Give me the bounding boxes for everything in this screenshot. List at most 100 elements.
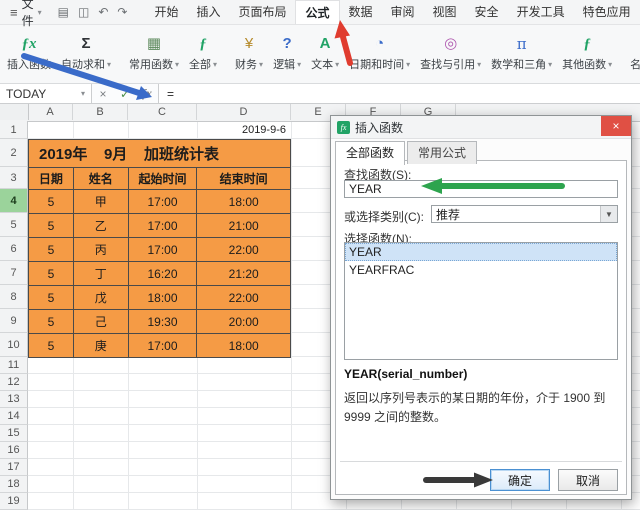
table-cell[interactable]: 21:00 — [197, 214, 291, 238]
table-cell[interactable]: 18:00 — [197, 190, 291, 214]
row-header[interactable]: 3 — [0, 167, 28, 189]
table-cell[interactable]: 17:00 — [128, 214, 198, 238]
row-header[interactable]: 14 — [0, 408, 28, 425]
table-cell[interactable]: 丙 — [73, 238, 129, 262]
math-trig-functions-button[interactable]: π 数学和三角 ▾ — [486, 28, 557, 80]
category-select[interactable]: 推荐 ▼ — [431, 205, 618, 223]
row-header[interactable]: 13 — [0, 391, 28, 408]
insert-function-icon[interactable]: fx — [136, 86, 158, 101]
table-cell[interactable]: 22:00 — [197, 238, 291, 262]
row-header[interactable]: 16 — [0, 442, 28, 459]
row-header[interactable]: 10 — [0, 333, 28, 357]
text-functions-button[interactable]: A 文本 ▾ — [306, 28, 344, 80]
row-header[interactable]: 18 — [0, 476, 28, 493]
combo-dropdown-icon[interactable]: ▼ — [600, 206, 617, 222]
table-cell[interactable]: 18:00 — [197, 334, 291, 358]
financial-functions-button[interactable]: ¥ 财务 ▾ — [230, 28, 268, 80]
column-header-c[interactable]: C — [128, 104, 197, 120]
select-all-corner[interactable] — [0, 104, 29, 120]
tab-data[interactable]: 数据 — [340, 0, 382, 24]
row-header[interactable]: 2 — [0, 139, 28, 167]
row-header[interactable]: 15 — [0, 425, 28, 442]
table-header-cell[interactable]: 姓名 — [73, 168, 129, 190]
dialog-title-bar[interactable]: fx 插入函数 × — [331, 116, 631, 139]
table-cell[interactable]: 5 — [29, 286, 74, 310]
row-header[interactable]: 7 — [0, 261, 28, 285]
other-functions-button[interactable]: ƒ 其他函数 ▾ — [557, 28, 617, 80]
tab-review[interactable]: 审阅 — [382, 0, 424, 24]
table-cell[interactable]: 17:00 — [128, 238, 198, 262]
save-icon[interactable]: ▤ — [58, 5, 69, 19]
table-cell[interactable]: 5 — [29, 310, 74, 334]
table-cell[interactable]: 21:20 — [197, 262, 291, 286]
row-header[interactable]: 17 — [0, 459, 28, 476]
table-cell[interactable]: 戊 — [73, 286, 129, 310]
table-cell[interactable]: 22:00 — [197, 286, 291, 310]
row-header[interactable]: 6 — [0, 237, 28, 261]
table-cell[interactable]: 5 — [29, 262, 74, 286]
table-cell[interactable]: 16:20 — [128, 262, 198, 286]
column-header-d[interactable]: D — [197, 104, 291, 120]
table-cell[interactable]: 18:00 — [128, 286, 198, 310]
table-cell[interactable]: 甲 — [73, 190, 129, 214]
table-cell[interactable]: 5 — [29, 190, 74, 214]
table-header-cell[interactable]: 日期 — [29, 168, 74, 190]
insert-function-button[interactable]: ƒx 插入函数 — [2, 28, 56, 80]
close-icon[interactable]: × — [601, 116, 631, 136]
table-cell[interactable]: 19:30 — [128, 310, 198, 334]
table-cell[interactable]: 20:00 — [197, 310, 291, 334]
column-header-b[interactable]: B — [73, 104, 128, 120]
file-menu-button[interactable]: ≡ 文件 ▾ — [0, 0, 52, 28]
autosum-button[interactable]: Σ 自动求和 ▾ — [56, 28, 116, 80]
table-cell[interactable]: 5 — [29, 214, 74, 238]
table-cell[interactable]: 丁 — [73, 262, 129, 286]
row-header[interactable]: 1 — [0, 121, 28, 139]
ok-button[interactable]: 确定 — [490, 469, 550, 491]
name-manager-button[interactable]: ▦ 名称管理器 — [625, 28, 640, 80]
row-header[interactable]: 19 — [0, 493, 28, 510]
table-header-cell[interactable]: 结束时间 — [197, 168, 291, 190]
function-item-year[interactable]: YEAR — [345, 243, 617, 261]
tab-formulas[interactable]: 公式 — [295, 0, 340, 24]
undo-icon[interactable]: ↶ — [98, 5, 108, 19]
table-header-cell[interactable]: 起始时间 — [128, 168, 198, 190]
table-cell[interactable]: 乙 — [73, 214, 129, 238]
formula-input[interactable]: = — [159, 84, 640, 103]
cancel-entry-icon[interactable]: × — [92, 87, 114, 101]
row-header[interactable]: 12 — [0, 374, 28, 391]
print-icon[interactable]: ◫ — [78, 5, 89, 19]
cell-d1[interactable]: 2019-9-6 — [197, 121, 291, 139]
table-title-cell[interactable]: 2019年 9月 加班统计表 — [29, 140, 291, 168]
table-cell[interactable]: 17:00 — [128, 334, 198, 358]
common-functions-button[interactable]: ▦ 常用函数 ▾ — [124, 28, 184, 80]
search-function-input[interactable] — [344, 180, 618, 198]
row-header[interactable]: 5 — [0, 213, 28, 237]
tab-home[interactable]: 开始 — [145, 0, 187, 24]
row-header-active[interactable]: 4 — [0, 189, 28, 213]
table-cell[interactable]: 5 — [29, 334, 74, 358]
redo-icon[interactable]: ↷ — [117, 5, 127, 19]
lookup-functions-button[interactable]: ◎ 查找与引用 ▾ — [415, 28, 486, 80]
logical-functions-button[interactable]: ? 逻辑 ▾ — [268, 28, 306, 80]
table-cell[interactable]: 17:00 — [128, 190, 198, 214]
confirm-entry-icon[interactable]: ✓ — [114, 87, 136, 101]
function-item-yearfrac[interactable]: YEARFRAC — [345, 261, 617, 279]
cancel-button[interactable]: 取消 — [558, 469, 618, 491]
name-box[interactable]: TODAY ▾ — [0, 84, 92, 103]
table-cell[interactable]: 5 — [29, 238, 74, 262]
table-cell[interactable]: 己 — [73, 310, 129, 334]
tab-common-formulas[interactable]: 常用公式 — [407, 141, 478, 164]
row-header[interactable]: 8 — [0, 285, 28, 309]
all-functions-button[interactable]: ƒ 全部 ▾ — [184, 28, 222, 80]
tab-all-functions[interactable]: 全部函数 — [335, 141, 406, 165]
tab-special-features[interactable]: 特色应用 — [574, 0, 640, 24]
table-cell[interactable]: 庚 — [73, 334, 129, 358]
datetime-functions-button[interactable]: ◔ 日期和时间 ▾ — [344, 28, 415, 80]
tab-security[interactable]: 安全 — [466, 0, 508, 24]
tab-insert[interactable]: 插入 — [187, 0, 229, 24]
tab-developer[interactable]: 开发工具 — [508, 0, 574, 24]
column-header-a[interactable]: A — [28, 104, 73, 120]
row-header[interactable]: 11 — [0, 357, 28, 374]
tab-page-layout[interactable]: 页面布局 — [229, 0, 295, 24]
row-header[interactable]: 9 — [0, 309, 28, 333]
